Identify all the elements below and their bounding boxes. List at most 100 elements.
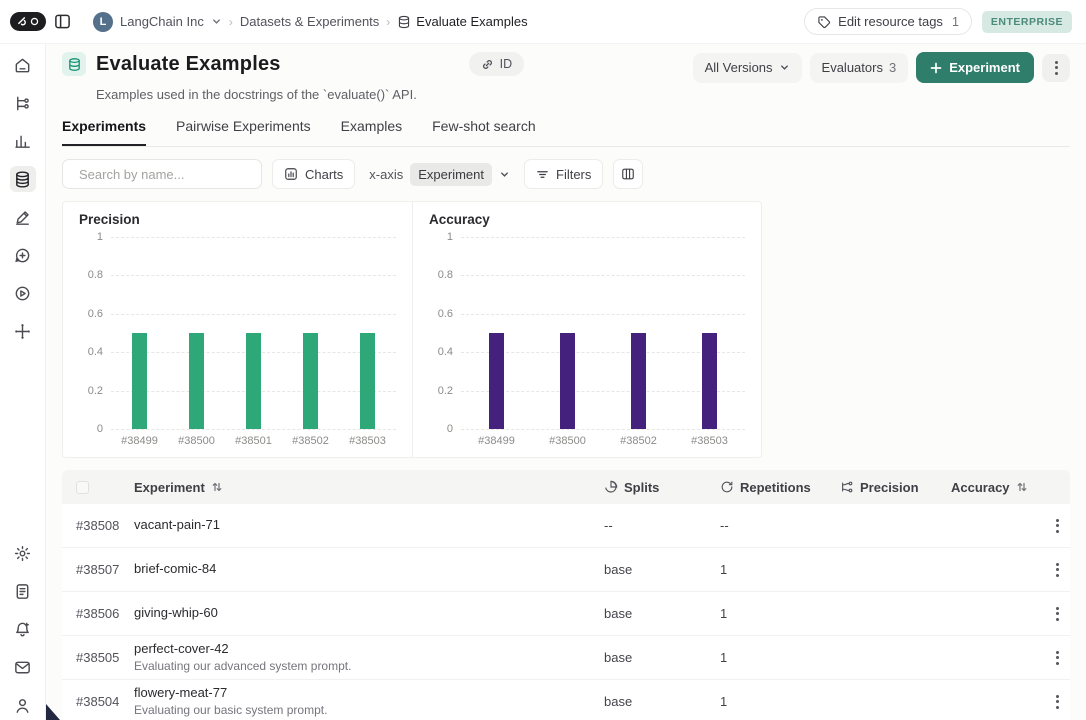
experiment-name[interactable]: flowery-meat-77Evaluating our basic syst…: [134, 685, 604, 718]
main-content: Evaluate Examples ID All Versions Evalua…: [46, 44, 1086, 720]
experiment-name[interactable]: vacant-pain-71: [134, 517, 604, 534]
xaxis-label: x-axis: [369, 167, 403, 182]
row-kebab-menu[interactable]: [1046, 691, 1068, 713]
chevron-down-icon: [499, 169, 510, 180]
row-kebab-menu[interactable]: [1046, 603, 1068, 625]
x-tick-label: #38503: [349, 435, 386, 447]
breadcrumb-datasets[interactable]: Datasets & Experiments: [240, 14, 379, 29]
gridline: [461, 314, 745, 315]
mail-icon[interactable]: [10, 654, 36, 680]
kebab-icon: [1056, 651, 1059, 665]
evaluators-button[interactable]: Evaluators 3: [810, 53, 909, 83]
tab-examples[interactable]: Examples: [341, 118, 402, 146]
bar[interactable]: [189, 333, 204, 429]
splits-value: base: [604, 606, 720, 621]
column-accuracy[interactable]: Accuracy: [951, 480, 1046, 495]
plus-icon: [930, 62, 942, 74]
xaxis-value[interactable]: Experiment: [410, 163, 492, 186]
table-row[interactable]: #38504flowery-meat-77Evaluating our basi…: [62, 680, 1070, 720]
select-all-checkbox[interactable]: [76, 481, 89, 494]
tracing-projects-icon[interactable]: [10, 90, 36, 116]
monitoring-icon[interactable]: [10, 128, 36, 154]
tab-experiments[interactable]: Experiments: [62, 118, 146, 146]
experiment-name[interactable]: brief-comic-84: [134, 561, 604, 578]
x-tick-label: #38503: [691, 435, 728, 447]
org-avatar[interactable]: L: [93, 12, 113, 32]
langsmith-logo[interactable]: [10, 12, 46, 31]
chevron-down-icon: [779, 62, 790, 73]
table-row[interactable]: #38505perfect-cover-42Evaluating our adv…: [62, 636, 1070, 680]
row-kebab-menu[interactable]: [1046, 647, 1068, 669]
datasets-icon[interactable]: [10, 166, 36, 192]
graph-icon[interactable]: [10, 318, 36, 344]
experiments-toolbar: Charts x-axis Experiment Filters: [62, 159, 1070, 189]
bar[interactable]: [489, 333, 504, 429]
bar[interactable]: [631, 333, 646, 429]
column-experiment[interactable]: Experiment: [134, 480, 604, 495]
experiment-id: #38507: [62, 562, 134, 577]
repetitions-value: 1: [720, 562, 840, 577]
row-kebab-menu[interactable]: [1046, 559, 1068, 581]
header-kebab-menu[interactable]: [1042, 54, 1070, 82]
splits-value: base: [604, 650, 720, 665]
columns-icon: [621, 167, 635, 181]
feedback-icon[interactable]: [10, 242, 36, 268]
charts-toggle-button[interactable]: Charts: [272, 159, 355, 189]
all-versions-dropdown[interactable]: All Versions: [693, 53, 802, 83]
row-kebab-menu[interactable]: [1046, 515, 1068, 537]
notifications-icon[interactable]: [10, 616, 36, 642]
profile-icon[interactable]: [10, 692, 36, 718]
column-splits[interactable]: Splits: [604, 480, 720, 495]
breadcrumb-separator: ›: [386, 15, 390, 29]
xaxis-selector[interactable]: x-axis Experiment: [365, 163, 514, 186]
y-tick-label: 0.6: [88, 308, 103, 320]
bar[interactable]: [702, 333, 717, 429]
annotations-icon[interactable]: [10, 204, 36, 230]
tab-few-shot-search[interactable]: Few-shot search: [432, 118, 535, 146]
plot-area: [461, 237, 745, 429]
playground-icon[interactable]: [10, 280, 36, 306]
y-tick-label: 0: [447, 423, 453, 435]
dataset-icon: [62, 52, 86, 76]
bar[interactable]: [303, 333, 318, 429]
kebab-icon: [1056, 519, 1059, 533]
docs-icon[interactable]: [10, 578, 36, 604]
database-icon: [397, 15, 411, 29]
chevron-down-icon[interactable]: [211, 16, 222, 27]
kebab-icon: [1056, 695, 1059, 709]
copy-id-button[interactable]: ID: [469, 52, 525, 76]
repetitions-value: 1: [720, 606, 840, 621]
tab-pairwise-experiments[interactable]: Pairwise Experiments: [176, 118, 311, 146]
search-input[interactable]: [79, 167, 255, 182]
table-row[interactable]: #38507brief-comic-84base1: [62, 548, 1070, 592]
columns-button[interactable]: [613, 159, 643, 189]
new-experiment-button[interactable]: Experiment: [916, 52, 1034, 83]
x-tick-label: #38499: [121, 435, 158, 447]
bar[interactable]: [132, 333, 147, 429]
breadcrumb-current[interactable]: Evaluate Examples: [397, 14, 527, 29]
experiment-name[interactable]: giving-whip-60: [134, 605, 604, 622]
table-row[interactable]: #38508vacant-pain-71----: [62, 504, 1070, 548]
charts-panel: Precision00.20.40.60.81#38499#38500#3850…: [62, 201, 762, 458]
column-repetitions[interactable]: Repetitions: [720, 480, 840, 495]
home-icon[interactable]: [10, 52, 36, 78]
bar[interactable]: [246, 333, 261, 429]
top-bar: L LangChain Inc › Datasets & Experiments…: [0, 0, 1086, 44]
settings-icon[interactable]: [10, 540, 36, 566]
bar[interactable]: [560, 333, 575, 429]
logo-glyph2-icon: [30, 17, 39, 26]
column-precision[interactable]: Precision: [840, 480, 951, 495]
table-row[interactable]: #38506giving-whip-60base1: [62, 592, 1070, 636]
kebab-icon: [1055, 61, 1058, 75]
gridline: [111, 237, 396, 238]
accuracy-chart: Accuracy00.20.40.60.81#38499#38500#38502…: [412, 202, 761, 457]
gridline: [111, 275, 396, 276]
bar[interactable]: [360, 333, 375, 429]
filters-button[interactable]: Filters: [524, 159, 603, 189]
experiment-description: Evaluating our advanced system prompt.: [134, 659, 604, 675]
edit-resource-tags-button[interactable]: Edit resource tags 1: [804, 8, 972, 35]
experiment-name[interactable]: perfect-cover-42Evaluating our advanced …: [134, 641, 604, 674]
sidebar-toggle-icon[interactable]: [54, 13, 71, 30]
breadcrumb-separator: ›: [229, 15, 233, 29]
breadcrumb-org[interactable]: LangChain Inc: [120, 14, 204, 29]
